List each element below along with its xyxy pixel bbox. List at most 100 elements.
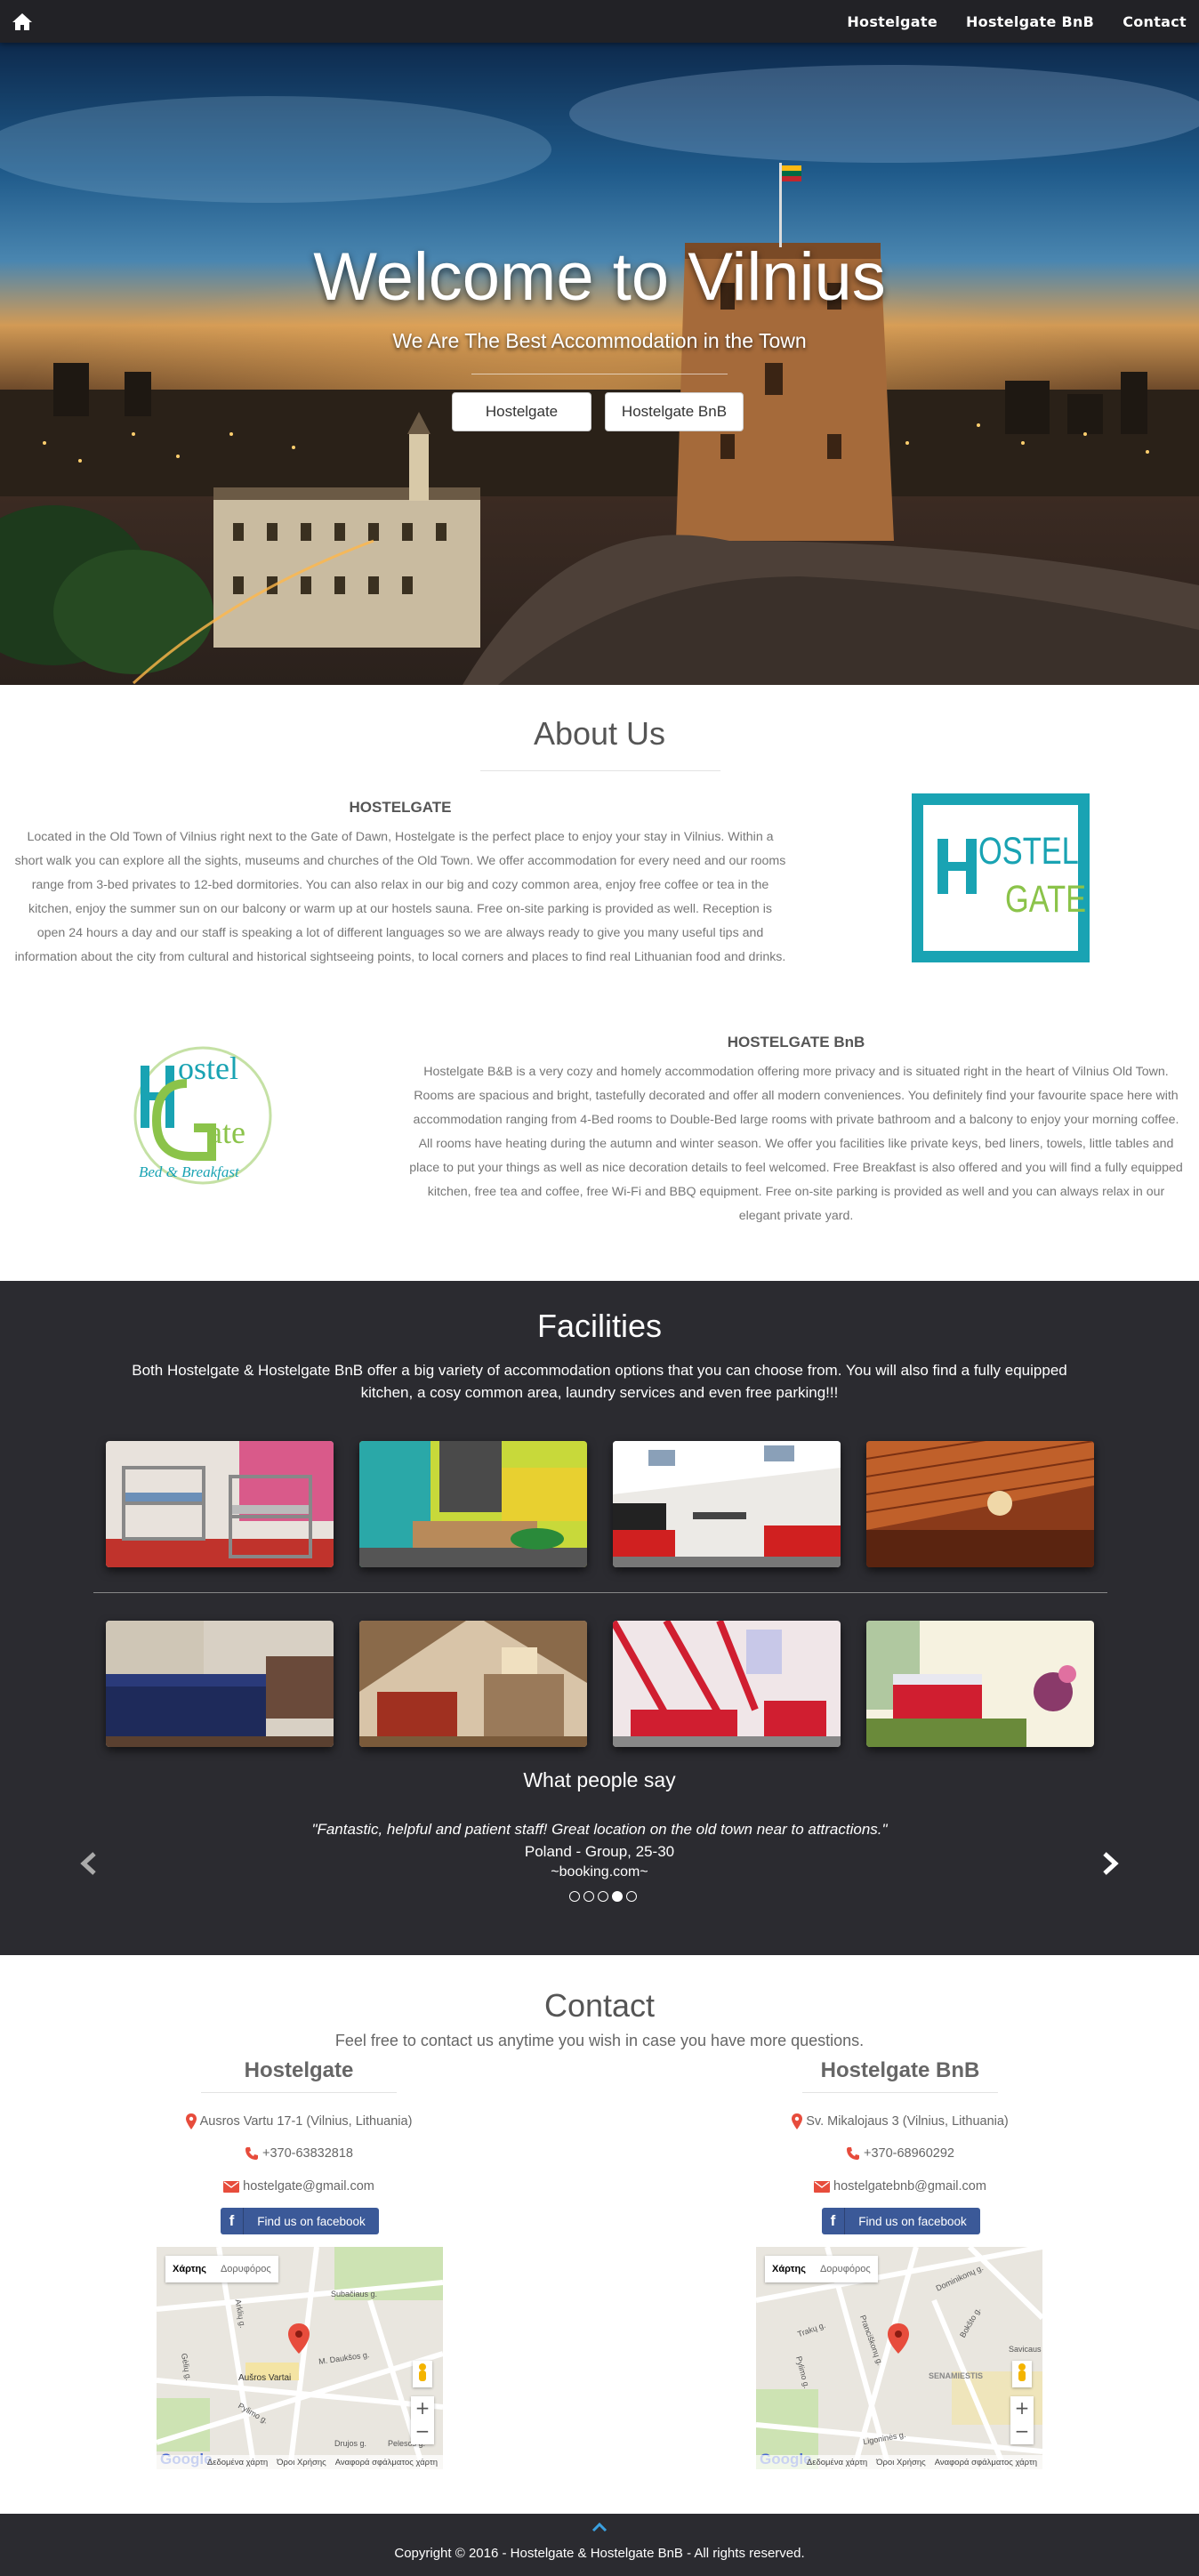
zoom-out-button[interactable]: −: [411, 2419, 434, 2443]
carousel-indicators: [569, 1891, 637, 1902]
contact-bnb-phone[interactable]: +370-68960292: [864, 2146, 954, 2161]
carousel-dot[interactable]: [583, 1891, 594, 1902]
hostelgate-bnb-heading: HOSTELGATE BnB: [727, 1034, 865, 1051]
facebook-button-label: Find us on facebook: [858, 2214, 967, 2228]
top-navbar: Hostelgate Hostelgate BnB Contact: [0, 0, 1199, 43]
bnb-logo-tagline: Bed & Breakfast: [139, 1163, 239, 1180]
contact-hostelgate-title: Hostelgate: [244, 2058, 354, 2082]
contact-column-bnb: Hostelgate BnB Sv. Mikalojaus 3 (Vilnius…: [678, 2057, 1123, 2475]
map-zoom-controls: + −: [1010, 2396, 1034, 2444]
nav-link-hostelgate[interactable]: Hostelgate: [847, 13, 937, 30]
facilities-section: Facilities Both Hostelgate & Hostelgate …: [0, 1281, 1199, 1955]
facilities-divider: [93, 1592, 1107, 1593]
zoom-in-button[interactable]: +: [411, 2396, 434, 2419]
map-report-link[interactable]: Αναφορά σφάλματος χάρτη: [935, 2458, 1037, 2467]
map-report-link[interactable]: Αναφορά σφάλματος χάρτη: [335, 2458, 438, 2467]
map-tab-satellite[interactable]: Δορυφόρος: [213, 2256, 278, 2282]
testimonials-title: What people say: [523, 1768, 676, 1791]
testimonial-quote: "Fantastic, helpful and patient staff! G…: [311, 1821, 888, 1838]
carousel-dot[interactable]: [569, 1891, 580, 1902]
bnb-logo-text-bottom: ate: [208, 1115, 245, 1150]
hostelgate-description: Located in the Old Town of Vilnius right…: [14, 830, 786, 964]
map-street-label: Savicaus: [1009, 2345, 1042, 2354]
about-title: About Us: [533, 715, 666, 752]
map-marker-icon: [792, 2113, 803, 2129]
hostelgate-logo-text-bottom: GATE: [1005, 878, 1087, 921]
hostelgate-logo: OSTEL GATE: [912, 793, 1090, 962]
map-tab-map[interactable]: Χάρτης: [165, 2256, 213, 2282]
map-data-link[interactable]: Δεδομένα χάρτη: [807, 2458, 867, 2467]
envelope-icon: [814, 2180, 831, 2193]
contact-column-hostelgate: Hostelgate Ausros Vartu 17-1 (Vilnius, L…: [76, 2057, 521, 2475]
contact-bnb-divider: [802, 2092, 998, 2093]
map-tab-map[interactable]: Χάρτης: [765, 2256, 813, 2282]
hostelgate-map[interactable]: Subačiaus g. Aušros Vartai M. Daukšos g.…: [157, 2247, 443, 2469]
contact-hostelgate-phone[interactable]: +370-63832818: [262, 2146, 353, 2161]
zoom-out-button[interactable]: −: [1010, 2419, 1034, 2443]
facilities-description: Both Hostelgate & Hostelgate BnB offer a…: [132, 1362, 1067, 1401]
hero-title: Welcome to Vilnius: [313, 239, 886, 315]
bnb-logo-text-top: ostel: [178, 1051, 238, 1086]
map-data-link[interactable]: Δεδομένα χάρτη: [207, 2458, 268, 2467]
contact-title: Contact: [543, 1987, 656, 2024]
bnb-facebook-button[interactable]: f Find us on facebook: [822, 2208, 980, 2234]
map-footer: Δεδομένα χάρτη Όροι Χρήσης Αναφορά σφάλμ…: [756, 2455, 1042, 2469]
map-zoom-controls: + −: [411, 2396, 434, 2444]
about-divider: [480, 770, 720, 771]
testimonial-author: Poland - Group, 25-30: [524, 1843, 675, 1860]
hero-banner: Welcome to Vilnius We Are The Best Accom…: [0, 43, 1199, 685]
street-view-pegman-icon[interactable]: [1012, 2361, 1032, 2387]
contact-subtitle: Feel free to contact us anytime you wish…: [334, 2032, 865, 2049]
hostelgate-bnb-description: Hostelgate B&B is a very cozy and homely…: [409, 1065, 1183, 1223]
hostelgate-heading: HOSTELGATE: [349, 799, 452, 816]
map-marker-icon: [185, 2113, 197, 2129]
facilities-title: Facilities: [536, 1308, 663, 1344]
contact-bnb-email[interactable]: hostelgatebnb@gmail.com: [833, 2179, 986, 2194]
carousel-dot[interactable]: [598, 1891, 608, 1902]
hostelgate-bnb-logo: ostel ate Bed & Breakfast: [123, 1039, 279, 1192]
carousel-dot[interactable]: [612, 1891, 623, 1902]
map-footer: Δεδομένα χάρτη Όροι Χρήσης Αναφορά σφάλμ…: [157, 2455, 443, 2469]
zoom-in-button[interactable]: +: [1010, 2396, 1034, 2419]
contact-bnb-title: Hostelgate BnB: [820, 2058, 980, 2082]
map-district-label: SENAMIESTIS: [929, 2371, 984, 2380]
facility-photo-bnb-attic-room[interactable]: [359, 1621, 587, 1747]
envelope-icon: [223, 2180, 240, 2193]
contact-bnb-address: Sv. Mikalojaus 3 (Vilnius, Lithuania): [806, 2114, 1009, 2129]
bnb-map[interactable]: Dominikonų g. Trakų g. Pranciškonų g. Py…: [756, 2247, 1042, 2469]
map-tab-satellite[interactable]: Δορυφόρος: [813, 2256, 878, 2282]
hero-button-hostelgate[interactable]: Hostelgate: [452, 392, 591, 431]
facility-photo-dorm-bunks[interactable]: [106, 1441, 334, 1567]
facility-photo-sauna[interactable]: [866, 1441, 1094, 1567]
footer-copyright: Copyright © 2016 - Hostelgate & Hostelga…: [394, 2546, 805, 2561]
hero-button-hostelgate-bnb[interactable]: Hostelgate BnB: [605, 392, 744, 431]
map-street-label: Drujos g.: [334, 2439, 367, 2448]
map-type-tabs: Χάρτης Δορυφόρος: [165, 2256, 278, 2282]
map-terms-link[interactable]: Όροι Χρήσης: [277, 2458, 326, 2467]
map-terms-link[interactable]: Όροι Χρήσης: [876, 2458, 926, 2467]
facility-photo-common-area[interactable]: [359, 1441, 587, 1567]
facebook-icon: f: [822, 2208, 845, 2234]
facebook-button-label: Find us on facebook: [257, 2214, 366, 2228]
map-street-label: Subačiaus g.: [331, 2290, 378, 2298]
vilnius-skyline-image: [0, 65, 1199, 685]
facility-photo-kitchen[interactable]: [613, 1441, 841, 1567]
home-icon[interactable]: [11, 11, 34, 32]
chevron-up-icon[interactable]: [591, 2521, 608, 2533]
facility-photo-bnb-twin-room[interactable]: [866, 1621, 1094, 1747]
facility-photo-bnb-red-room[interactable]: [613, 1621, 841, 1747]
testimonial-source: ~booking.com~: [551, 1864, 648, 1880]
carousel-dot[interactable]: [626, 1891, 637, 1902]
contact-hostelgate-divider: [201, 2092, 397, 2093]
page-footer: Copyright © 2016 - Hostelgate & Hostelga…: [0, 2514, 1199, 2576]
contact-hostelgate-email[interactable]: hostelgate@gmail.com: [243, 2179, 374, 2194]
facility-photo-bnb-double-room[interactable]: [106, 1621, 334, 1747]
street-view-pegman-icon[interactable]: [413, 2361, 432, 2387]
hero-subtitle: We Are The Best Accommodation in the Tow…: [392, 329, 807, 352]
map-type-tabs: Χάρτης Δορυφόρος: [765, 2256, 878, 2282]
nav-link-contact[interactable]: Contact: [1123, 13, 1187, 30]
phone-icon: [245, 2147, 258, 2160]
hostelgate-facebook-button[interactable]: f Find us on facebook: [221, 2208, 379, 2234]
facebook-icon: f: [221, 2208, 244, 2234]
nav-link-hostelgate-bnb[interactable]: Hostelgate BnB: [966, 13, 1094, 30]
